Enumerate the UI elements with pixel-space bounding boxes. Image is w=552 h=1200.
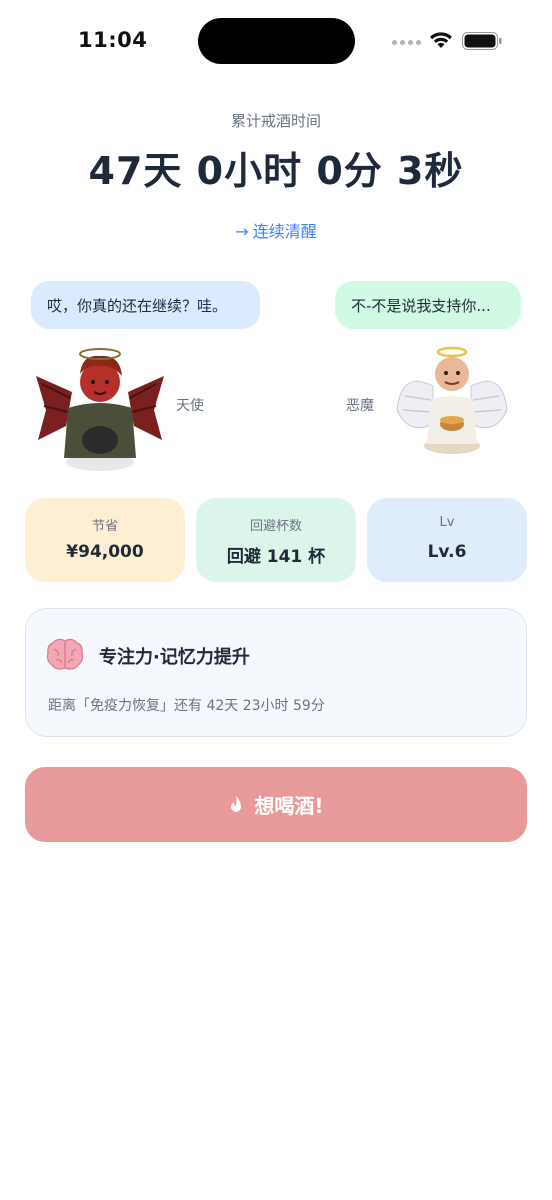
streak-link-label: 连续清醒 [252,222,317,241]
character-label-left: 天使 [176,398,204,414]
benefit-title: 专注力·记忆力提升 [99,647,250,668]
battery-icon [462,32,502,50]
stat-value: 回避 141 杯 [226,547,326,567]
stat-card-level: Lv Lv.6 [367,498,527,582]
angel-character-illustration [396,346,508,454]
benefit-countdown: 距离「免疫力恢复」还有 42天 23小时 59分 [48,698,325,714]
want-to-drink-label: 想喝酒! [254,794,324,818]
want-to-drink-button[interactable]: 想喝酒! [25,767,527,842]
status-time: 11:04 [78,28,148,52]
stat-card-savings: 节省 ¥94,000 [25,498,185,582]
stat-value: ¥94,000 [66,542,144,562]
arrow-right-icon: → [235,222,249,241]
dynamic-island [198,18,355,64]
brain-icon [46,638,84,670]
stat-caption: 回避杯数 [249,519,302,534]
stat-caption: Lv [439,515,455,530]
signal-dots-icon [392,40,421,45]
character-label-right: 恶魔 [346,398,374,414]
wifi-icon [430,32,452,48]
sobriety-counter: 47天 0小时 0分 3秒 [88,149,464,193]
benefit-panel: 专注力·记忆力提升 距离「免疫力恢复」还有 42天 23小时 59分 [25,608,527,737]
speech-bubble-left: 哎，你真的还在继续？哇。 [31,281,260,329]
status-bar: 11:04 [0,0,552,84]
streak-link[interactable]: → 连续清醒 [0,218,552,242]
speech-bubble-right: 不-不是说我支持你... [335,281,521,329]
elapsed-caption: 累计戒酒时间 [230,112,321,130]
stat-card-avoided-drinks: 回避杯数 回避 141 杯 [196,498,356,582]
stat-value: Lv.6 [427,542,467,562]
stat-caption: 节省 [91,519,118,534]
flame-icon [231,795,242,812]
devil-character-illustration [36,348,164,471]
